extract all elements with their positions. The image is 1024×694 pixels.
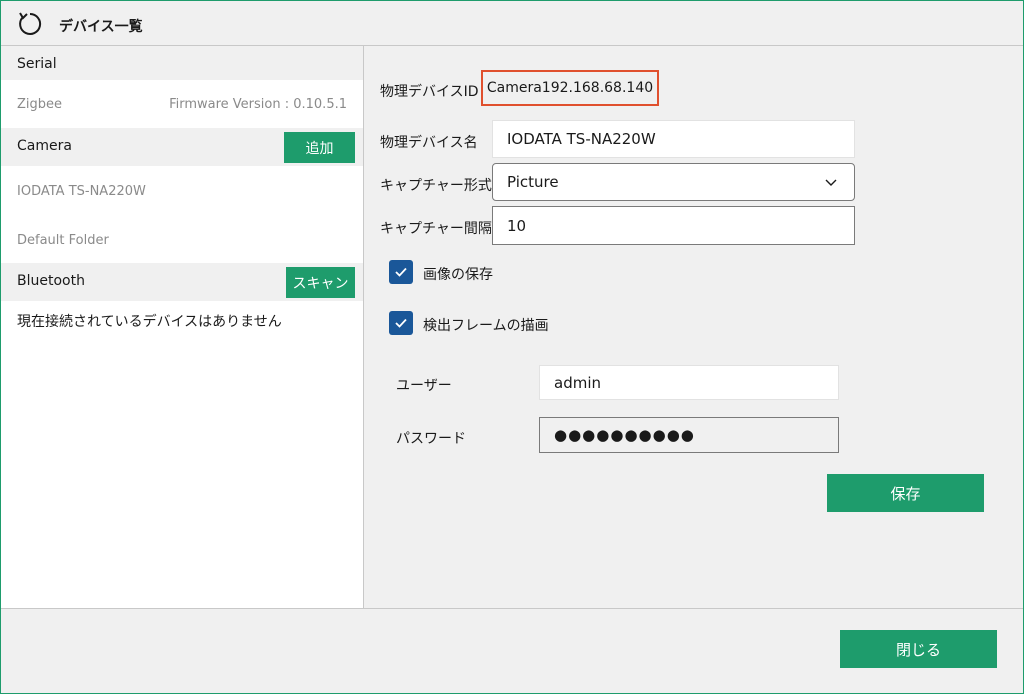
device-settings-panel: 物理デバイスID Camera192.168.68.140 物理デバイス名 IO… xyxy=(364,46,1023,608)
refresh-icon[interactable] xyxy=(17,11,43,37)
section-serial-label: Serial xyxy=(17,56,57,72)
section-serial[interactable]: Serial xyxy=(1,46,363,80)
capture-format-select[interactable]: Picture xyxy=(492,163,855,201)
checkmark-icon xyxy=(395,267,407,277)
section-bluetooth[interactable]: Bluetooth スキャン xyxy=(1,263,363,301)
capture-format-value: Picture xyxy=(507,173,559,191)
zigbee-item[interactable]: Zigbee xyxy=(17,97,62,112)
window-title: デバイス一覧 xyxy=(59,19,143,35)
device-name-label: 物理デバイス名 xyxy=(380,135,478,151)
camera-device-item[interactable]: IODATA TS-NA220W xyxy=(17,184,146,199)
bluetooth-status-text: 現在接続されているデバイスはありません xyxy=(17,314,282,330)
checkmark-icon xyxy=(395,318,407,328)
device-id-value: Camera192.168.68.140 xyxy=(481,70,659,106)
section-bluetooth-label: Bluetooth xyxy=(17,273,85,289)
device-tree-panel: Serial Zigbee Firmware Version : 0.10.5.… xyxy=(1,46,363,608)
add-camera-button[interactable]: 追加 xyxy=(284,132,355,163)
close-button[interactable]: 閉じる xyxy=(840,630,997,668)
section-camera[interactable]: Camera 追加 xyxy=(1,128,363,166)
capture-interval-label: キャプチャー間隔 xyxy=(380,221,492,237)
password-label: パスワード xyxy=(396,431,466,447)
section-camera-label: Camera xyxy=(17,138,72,154)
user-input[interactable]: admin xyxy=(539,365,839,400)
device-name-input[interactable]: IODATA TS-NA220W xyxy=(492,120,855,158)
capture-interval-input[interactable]: 10 xyxy=(492,206,855,245)
camera-folder-item[interactable]: Default Folder xyxy=(17,233,109,248)
scan-bluetooth-button[interactable]: スキャン xyxy=(286,267,355,298)
save-button[interactable]: 保存 xyxy=(827,474,984,512)
footer-bar: 閉じる xyxy=(1,609,1023,693)
user-label: ユーザー xyxy=(396,378,452,394)
device-list-window: デバイス一覧 Serial Zigbee Firmware Version : … xyxy=(0,0,1024,694)
save-image-checkbox[interactable] xyxy=(389,260,413,284)
capture-format-label: キャプチャー形式 xyxy=(380,178,492,194)
save-image-label: 画像の保存 xyxy=(423,267,493,283)
draw-frame-checkbox[interactable] xyxy=(389,311,413,335)
zigbee-firmware-version: Firmware Version : 0.10.5.1 xyxy=(169,97,347,112)
draw-frame-label: 検出フレームの描画 xyxy=(423,318,549,334)
title-bar: デバイス一覧 xyxy=(1,1,1023,45)
chevron-down-icon xyxy=(825,179,837,186)
device-id-label: 物理デバイスID xyxy=(380,84,479,100)
password-input[interactable]: ●●●●●●●●●● xyxy=(539,417,839,453)
